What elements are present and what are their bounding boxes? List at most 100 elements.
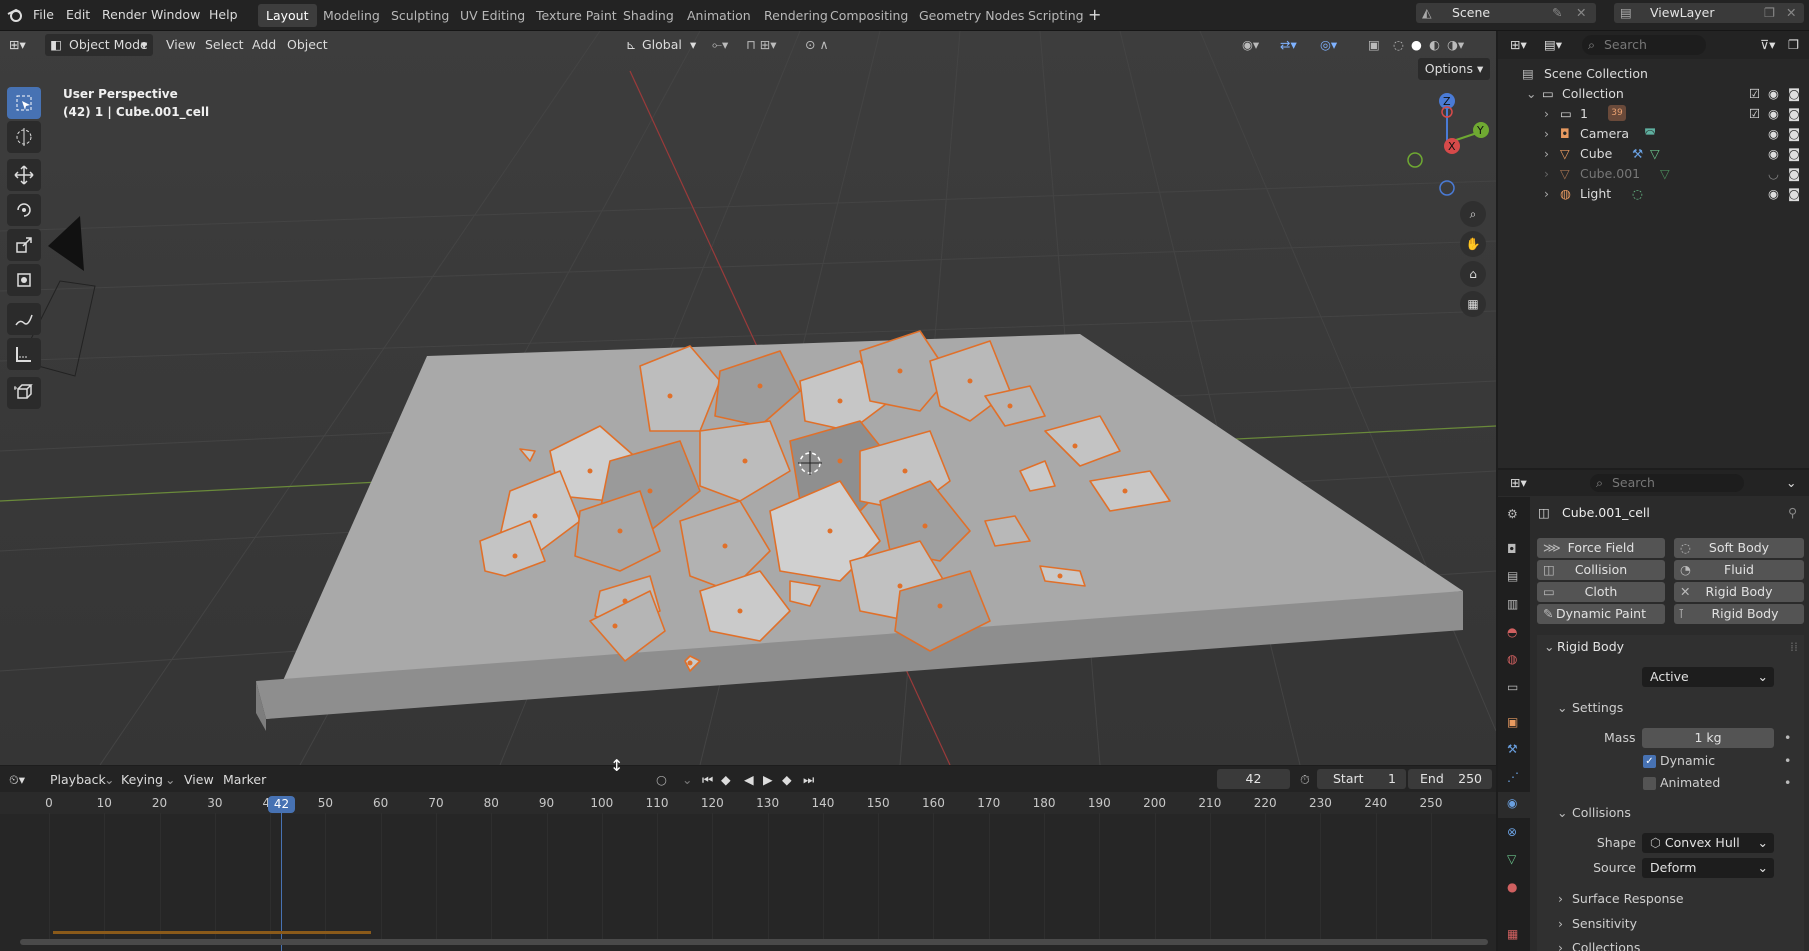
render-tab-icon[interactable]: ◘ <box>1507 542 1517 556</box>
camera-render-icon[interactable]: ◙ <box>1788 164 1800 184</box>
menu-render[interactable]: Render <box>102 5 147 25</box>
pan-hand-icon[interactable]: ✋ <box>1460 231 1486 257</box>
tab-uv-editing[interactable]: UV Editing <box>452 4 533 27</box>
settings-header[interactable]: Settings <box>1572 698 1623 718</box>
new-layer-icon[interactable]: ❐ <box>1764 3 1775 23</box>
chevron-right-icon[interactable]: › <box>1544 164 1549 184</box>
timeline-scrollbar[interactable] <box>20 939 1488 945</box>
editor-type-icon[interactable]: ⊞▾ <box>1510 473 1527 493</box>
gizmo-toggle-icon[interactable]: ⇄▾ <box>1280 35 1297 55</box>
close-icon[interactable]: ✕ <box>1576 3 1586 23</box>
next-keyframe-icon[interactable]: ◆ <box>782 770 792 790</box>
tab-geometry-nodes[interactable]: Geometry Nodes <box>911 4 1032 27</box>
tab-texture-paint[interactable]: Texture Paint <box>528 4 625 27</box>
perspective-toggle-icon[interactable]: ▦ <box>1460 291 1486 317</box>
properties-search-input[interactable]: ⌕ Search <box>1590 474 1744 492</box>
pivot-icon[interactable]: ⟜▾ <box>712 35 728 55</box>
playhead-frame-badge[interactable]: 42 <box>268 796 295 813</box>
checkbox-icon[interactable]: ☑ <box>1749 84 1760 104</box>
camera-data-icon[interactable]: ◚ <box>1644 124 1656 144</box>
chevron-down-icon[interactable]: ⌄ <box>682 770 692 790</box>
xray-icon[interactable]: ▣ <box>1368 35 1380 55</box>
chevron-down-icon[interactable]: ⌄ <box>1526 84 1536 104</box>
camera-render-icon[interactable]: ◙ <box>1788 84 1800 104</box>
zoom-icon[interactable]: ⌕ <box>1460 201 1486 227</box>
rigid-body-header[interactable]: Rigid Body <box>1557 637 1624 657</box>
transform-orientation[interactable]: Global <box>642 35 682 55</box>
outliner-row-collection[interactable]: ⌄ ▭ Collection ☑ ◉ ◙ <box>1498 84 1809 104</box>
outliner-row-camera[interactable]: › ◘ Camera ◚ ◉ ◙ <box>1498 124 1809 144</box>
scene-tab-icon[interactable]: ◓ <box>1507 625 1517 639</box>
options-dropdown[interactable]: Options ▾ <box>1418 58 1490 80</box>
outliner-row-scene-collection[interactable]: ▤ Scene Collection <box>1498 64 1809 84</box>
object-tab-icon[interactable]: ▣ <box>1507 715 1518 729</box>
tab-animation[interactable]: Animation <box>679 4 759 27</box>
surface-response-header[interactable]: Surface Response <box>1572 889 1684 909</box>
camera-render-icon[interactable]: ◙ <box>1788 184 1800 204</box>
select-box-tool[interactable] <box>7 87 41 119</box>
outliner-row-cube[interactable]: › ▽ Cube ⚒ ▽ ◉ ◙ <box>1498 144 1809 164</box>
camera-render-icon[interactable]: ◙ <box>1788 104 1800 124</box>
rotate-tool[interactable] <box>7 194 41 226</box>
jump-start-icon[interactable]: ⏮ <box>702 770 713 790</box>
keyframe-dot-icon[interactable]: • <box>1784 728 1791 748</box>
pin-icon[interactable]: ✎ <box>1552 3 1562 23</box>
menu-marker[interactable]: Marker <box>223 770 266 790</box>
menu-view[interactable]: View <box>166 35 196 55</box>
play-reverse-icon[interactable]: ◀ <box>744 770 754 790</box>
menu-window[interactable]: Window <box>151 5 200 25</box>
editor-type-icon[interactable]: ⊞▾ <box>9 35 26 55</box>
menu-object[interactable]: Object <box>287 35 328 55</box>
chevron-right-icon[interactable]: › <box>1544 144 1549 164</box>
eye-icon[interactable]: ◉ <box>1768 124 1779 144</box>
collections-header[interactable]: Collections <box>1572 938 1640 951</box>
collisions-header[interactable]: Collisions <box>1572 803 1631 823</box>
drag-handle-icon[interactable]: ⁞⁞ <box>1790 637 1798 657</box>
particles-tab-icon[interactable]: ⋰ <box>1507 770 1519 784</box>
outliner-row-cube-001[interactable]: › ▽ Cube.001 ▽ ◡ ◙ <box>1498 164 1809 184</box>
menu-edit[interactable]: Edit <box>66 5 90 25</box>
close-icon[interactable]: ✕ <box>1786 3 1796 23</box>
collection-tab-icon[interactable]: ▭ <box>1507 680 1518 694</box>
jump-end-icon[interactable]: ⏭ <box>803 770 814 790</box>
chevron-down-icon[interactable]: ⌄ <box>1557 803 1567 823</box>
menu-help[interactable]: Help <box>209 5 238 25</box>
fluid-button[interactable]: ◔ Fluid <box>1674 560 1804 580</box>
tab-layout[interactable]: Layout <box>258 4 317 27</box>
snap-icon[interactable]: ⊓ ⊞▾ <box>746 35 776 55</box>
light-data-icon[interactable]: ◌ <box>1632 184 1643 204</box>
menu-playback[interactable]: Playback <box>50 770 106 790</box>
3d-viewport[interactable]: Z Y X ⌕ ✋ ⌂ ▦ User Perspective (42) 1 | … <box>0 31 1496 765</box>
pin-icon[interactable]: ⚲ <box>1788 503 1797 523</box>
menu-view[interactable]: View <box>184 770 214 790</box>
chevron-right-icon[interactable]: › <box>1558 914 1563 934</box>
source-dropdown[interactable]: Deform ⌄ <box>1642 858 1774 878</box>
blender-logo-icon[interactable] <box>6 6 24 24</box>
mass-field[interactable]: 1 kg <box>1642 728 1774 748</box>
rigid-body-constraint-button[interactable]: ⊺Rigid Body Constr... <box>1674 604 1804 624</box>
rendered-shading-icon[interactable]: ◑▾ <box>1447 35 1464 55</box>
mesh-data-icon[interactable]: ▽ <box>1650 144 1660 164</box>
chevron-right-icon[interactable]: › <box>1544 104 1549 124</box>
chevron-down-icon[interactable]: ⌄ <box>1557 698 1567 718</box>
display-mode-icon[interactable]: ▤▾ <box>1544 35 1562 55</box>
eye-icon[interactable]: ◉ <box>1768 144 1779 164</box>
outliner-row-light[interactable]: › ◍ Light ◌ ◉ ◙ <box>1498 184 1809 204</box>
solid-shading-icon[interactable]: ● <box>1411 35 1422 55</box>
editor-type-icon[interactable]: ⏲▾ <box>9 770 25 790</box>
eye-icon[interactable]: ◉ <box>1768 104 1779 124</box>
chevron-right-icon[interactable]: › <box>1544 184 1549 204</box>
new-collection-icon[interactable]: ❐ <box>1788 35 1799 55</box>
camera-render-icon[interactable]: ◙ <box>1788 124 1800 144</box>
visibility-icon[interactable]: ◉▾ <box>1242 35 1259 55</box>
wireframe-shading-icon[interactable]: ◌ <box>1393 35 1404 55</box>
constraints-tab-icon[interactable]: ⊗ <box>1507 825 1517 839</box>
transform-tool[interactable] <box>7 264 41 296</box>
tab-sculpting[interactable]: Sculpting <box>383 4 457 27</box>
scale-tool[interactable] <box>7 229 41 261</box>
scene-selector[interactable]: ◭ Scene ✎ ✕ <box>1416 3 1596 23</box>
eye-icon[interactable]: ◉ <box>1768 84 1779 104</box>
add-cube-tool[interactable] <box>7 377 41 409</box>
data-tab-icon[interactable]: ▽ <box>1507 852 1516 866</box>
tab-scripting[interactable]: Scripting <box>1020 4 1092 27</box>
